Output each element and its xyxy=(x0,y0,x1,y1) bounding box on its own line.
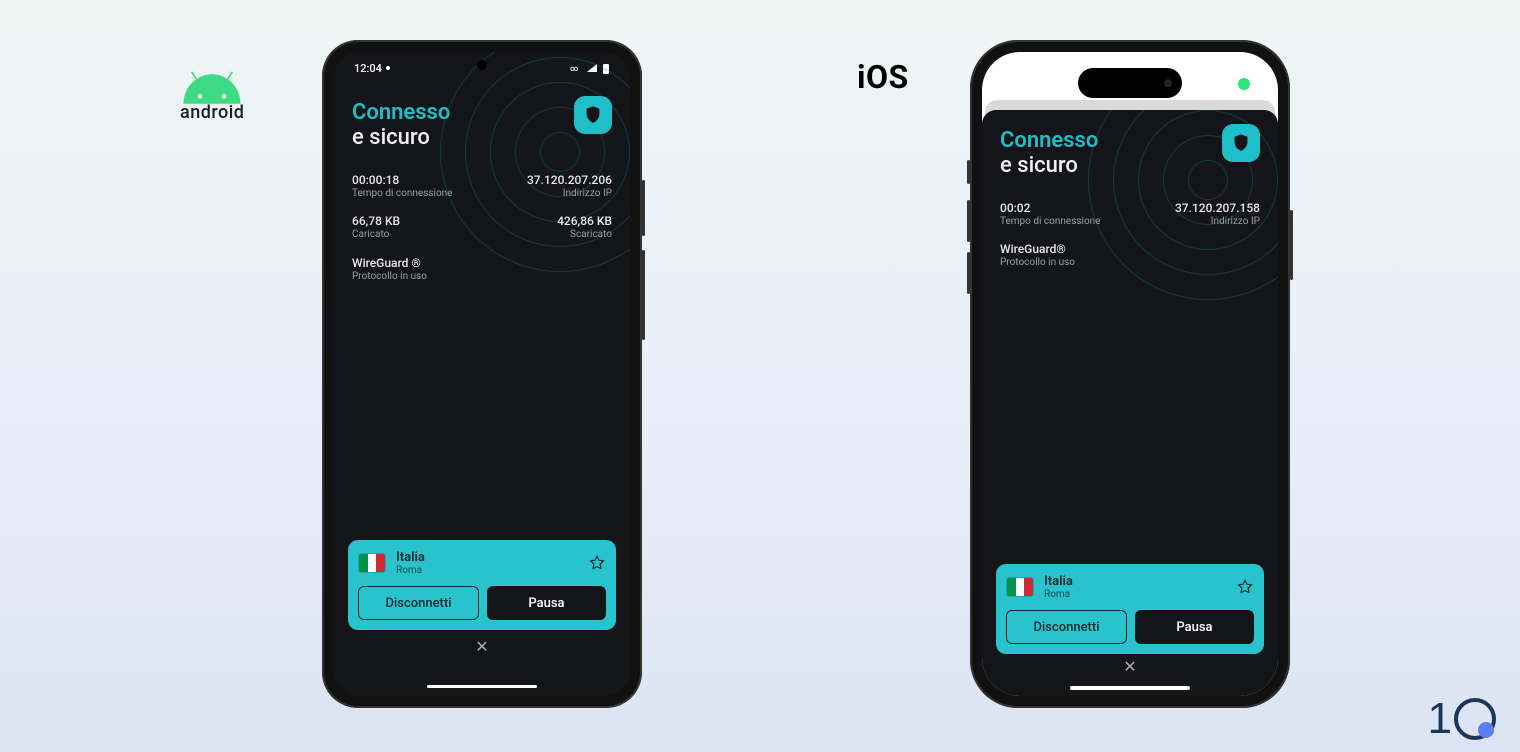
pause-button[interactable]: Pausa xyxy=(487,586,606,620)
close-icon[interactable]: ✕ xyxy=(1123,657,1136,676)
server-card[interactable]: Italia Roma Disconnetti Pausa xyxy=(348,540,616,630)
disconnect-button[interactable]: Disconnetti xyxy=(1006,610,1127,644)
android-home-indicator[interactable] xyxy=(427,685,537,688)
android-device-frame: 12:04 ∞ Connesso e sicuro 00: xyxy=(322,40,642,708)
shield-badge-icon xyxy=(1222,124,1260,162)
stat-ip-address: 37.120.207.158 Indirizzo IP xyxy=(1135,201,1260,229)
ios-dynamic-island xyxy=(1078,68,1182,98)
server-country: Italia xyxy=(1044,574,1073,589)
ios-device-frame: Connesso e sicuro 00:02 Tempo di conness… xyxy=(970,40,1290,708)
ios-screen: Connesso e sicuro 00:02 Tempo di conness… xyxy=(982,52,1278,696)
stat-connection-time: 00:02 Tempo di connessione xyxy=(1000,201,1125,229)
android-robot-icon xyxy=(182,68,242,100)
shield-badge-icon xyxy=(574,96,612,134)
flag-italy-icon xyxy=(1006,577,1034,597)
stat-connection-time: 00:00:18 Tempo di connessione xyxy=(352,173,477,201)
stat-ip-address: 37.120.207.206 Indirizzo IP xyxy=(487,173,612,201)
server-card[interactable]: Italia Roma Disconnetti Pausa xyxy=(996,564,1264,654)
favorite-star-icon[interactable] xyxy=(1236,578,1254,596)
stat-uploaded: 66,78 KB Caricato xyxy=(352,214,477,242)
stat-protocol: WireGuard® Protocollo in uso xyxy=(1000,242,1125,270)
android-camera-punch-hole xyxy=(477,60,487,70)
server-city: Roma xyxy=(396,565,425,576)
stat-protocol: WireGuard ® Protocollo in uso xyxy=(352,256,477,284)
disconnect-button[interactable]: Disconnetti xyxy=(358,586,479,620)
ios-sheet: Connesso e sicuro 00:02 Tempo di conness… xyxy=(982,110,1278,696)
ios-home-indicator[interactable] xyxy=(1070,686,1190,690)
android-platform-label: android xyxy=(180,68,244,123)
server-city: Roma xyxy=(1044,589,1073,600)
android-clock: 12:04 xyxy=(354,62,382,75)
favorite-star-icon[interactable] xyxy=(588,554,606,572)
android-screen: 12:04 ∞ Connesso e sicuro 00: xyxy=(334,52,630,696)
server-country: Italia xyxy=(396,550,425,565)
pause-button[interactable]: Pausa xyxy=(1135,610,1254,644)
ios-privacy-indicator-icon xyxy=(1238,78,1250,90)
stat-downloaded: 426,86 KB Scaricato xyxy=(487,214,612,242)
ios-platform-label: iOS xyxy=(857,58,909,96)
flag-italy-icon xyxy=(358,553,386,573)
close-icon[interactable]: ✕ xyxy=(475,637,488,656)
brand-10-logo: 1 xyxy=(1428,694,1496,744)
